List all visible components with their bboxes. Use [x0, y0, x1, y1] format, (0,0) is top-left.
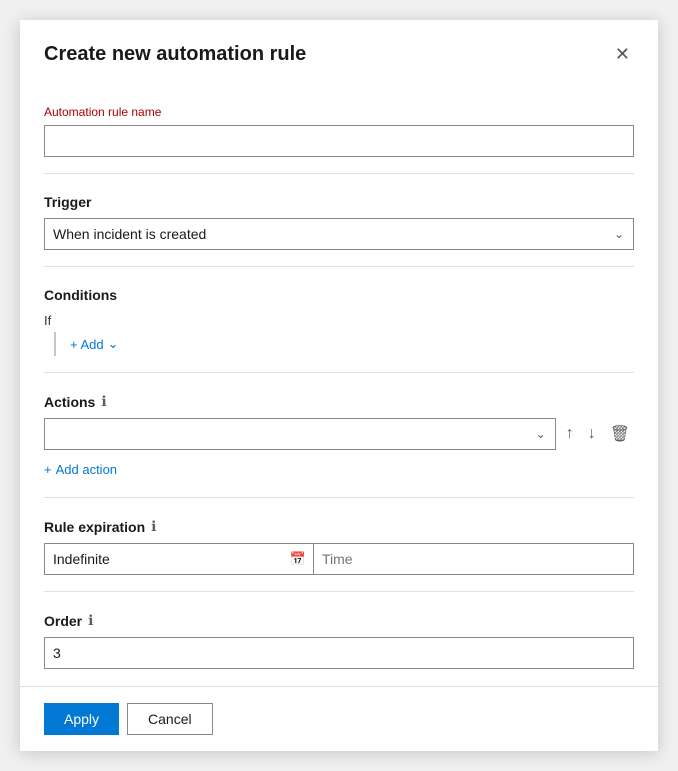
rule-expiration-info-icon: ℹ [151, 518, 156, 535]
order-input[interactable] [44, 637, 634, 669]
add-condition-button[interactable]: + Add ⌄ [70, 332, 119, 356]
condition-if-label: If [44, 313, 634, 328]
apply-button[interactable]: Apply [44, 703, 119, 735]
actions-section: Actions ℹ ⌄ ↑ ↓ 🗑 [44, 373, 634, 498]
delete-icon: 🗑 [610, 424, 630, 444]
move-down-icon: ↓ [588, 425, 596, 443]
expiration-time-input[interactable] [314, 543, 634, 575]
close-button[interactable]: ✕ [611, 40, 634, 69]
trigger-section: Trigger When incident is created When in… [44, 174, 634, 267]
trigger-select[interactable]: When incident is created When incident i… [44, 218, 634, 250]
dialog-body: Automation rule name Trigger When incide… [20, 85, 658, 686]
order-section: Order ℹ [44, 592, 634, 685]
actions-label: Actions [44, 394, 95, 410]
move-up-icon: ↑ [566, 425, 574, 443]
move-up-button[interactable]: ↑ [562, 421, 578, 447]
add-condition-label: + Add [70, 337, 104, 352]
cancel-button[interactable]: Cancel [127, 703, 213, 735]
rule-expiration-row: 📅 [44, 543, 634, 575]
add-action-label: Add action [56, 462, 117, 477]
trigger-label: Trigger [44, 194, 634, 210]
dialog-title: Create new automation rule [44, 43, 306, 66]
automation-rule-name-label: Automation rule name [44, 105, 634, 119]
order-header: Order ℹ [44, 612, 634, 629]
automation-rule-name-section: Automation rule name [44, 85, 634, 174]
dialog-footer: Apply Cancel [20, 686, 658, 751]
create-automation-dialog: Create new automation rule ✕ Automation … [20, 20, 658, 751]
rule-expiration-header: Rule expiration ℹ [44, 518, 634, 535]
action-select[interactable] [44, 418, 556, 450]
action-select-wrapper: ⌄ [44, 418, 556, 450]
rule-expiration-label: Rule expiration [44, 519, 145, 535]
actions-header: Actions ℹ [44, 393, 634, 410]
actions-info-icon: ℹ [101, 393, 106, 410]
conditions-label: Conditions [44, 287, 634, 303]
conditions-section: Conditions If + Add ⌄ [44, 267, 634, 373]
move-down-button[interactable]: ↓ [584, 421, 600, 447]
expiration-date-wrapper: 📅 [44, 543, 314, 575]
close-icon: ✕ [615, 44, 630, 65]
plus-icon: + [44, 462, 52, 477]
automation-rule-name-input[interactable] [44, 125, 634, 157]
order-label: Order [44, 613, 82, 629]
dialog-header: Create new automation rule ✕ [20, 20, 658, 85]
add-action-button[interactable]: + Add action [44, 458, 117, 481]
trigger-select-wrapper: When incident is created When incident i… [44, 218, 634, 250]
expiration-date-input[interactable] [44, 543, 314, 575]
rule-expiration-section: Rule expiration ℹ 📅 [44, 498, 634, 592]
order-info-icon: ℹ [88, 612, 93, 629]
add-condition-chevron-icon: ⌄ [108, 336, 119, 352]
condition-tree: + Add ⌄ [54, 332, 634, 356]
action-row: ⌄ ↑ ↓ 🗑 [44, 418, 634, 450]
delete-action-button[interactable]: 🗑 [606, 420, 634, 448]
